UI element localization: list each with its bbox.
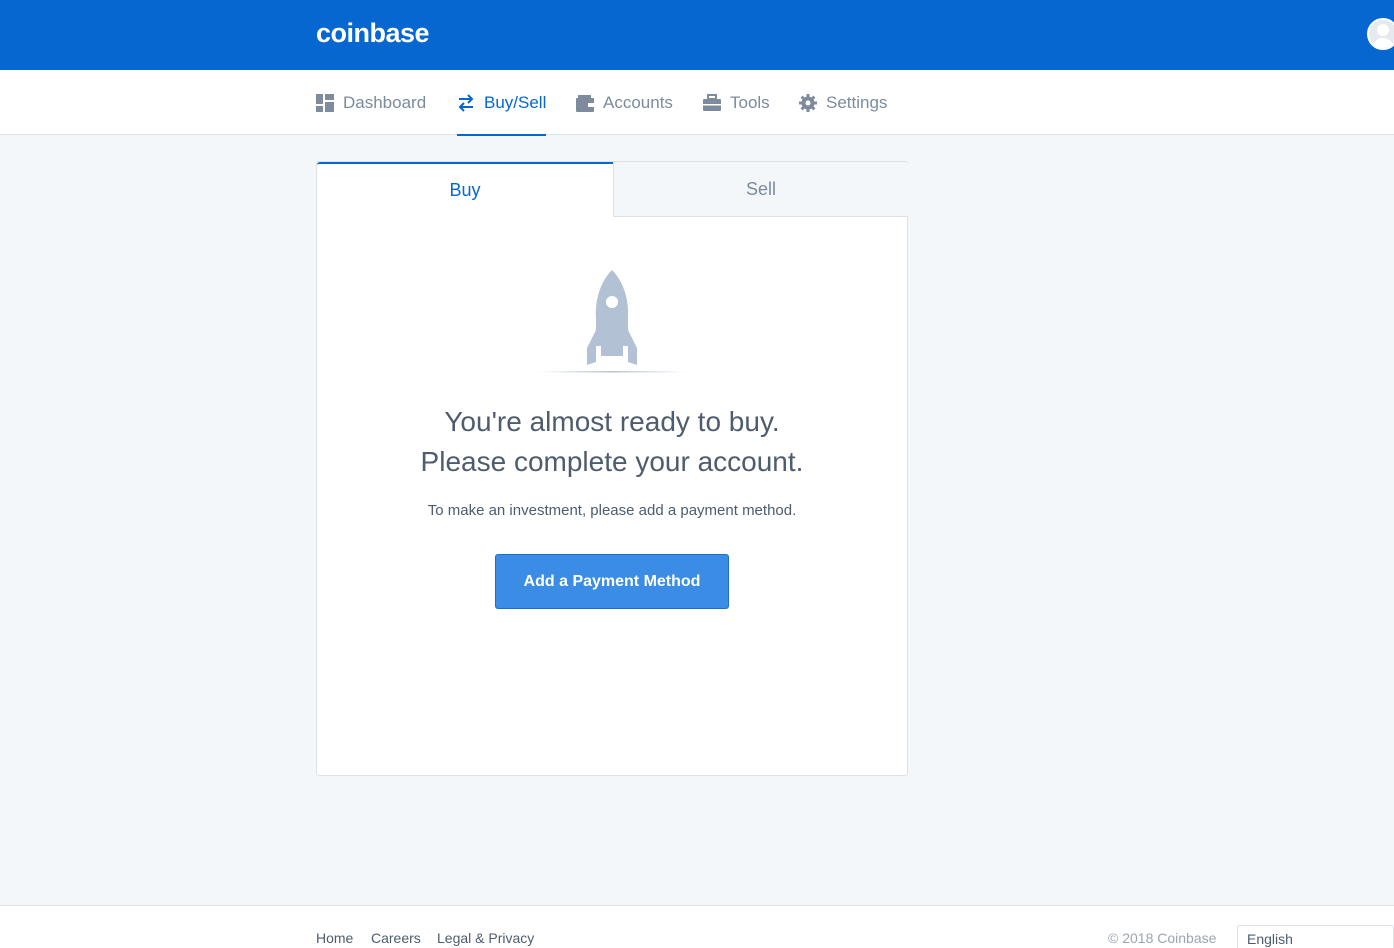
user-avatar[interactable] [1367, 18, 1394, 50]
tab-sell[interactable]: Sell [613, 162, 908, 217]
footer-link-home[interactable]: Home [316, 930, 353, 946]
top-bar: coinbase [0, 0, 1394, 70]
wallet-icon [576, 94, 594, 112]
copyright-text: © 2018 Coinbase [1108, 930, 1217, 946]
nav-label-tools: Tools [730, 92, 770, 112]
headline-line-2: Please complete your account. [420, 446, 804, 477]
add-payment-method-button[interactable]: Add a Payment Method [495, 554, 729, 609]
nav-item-buy-sell[interactable]: Buy/Sell [457, 70, 547, 136]
nav-label-buy-sell: Buy/Sell [484, 92, 547, 112]
nav-label-settings: Settings [826, 92, 888, 112]
gear-icon [799, 93, 817, 112]
nav-label-dashboard: Dashboard [343, 92, 427, 112]
nav-item-accounts[interactable]: Accounts [576, 70, 673, 135]
coinbase-logo[interactable]: coinbase [316, 18, 430, 49]
buy-sell-card: Buy Sell You're almost ready to buy. Ple… [316, 161, 908, 776]
language-select[interactable]: English [1237, 925, 1394, 948]
nav-item-tools[interactable]: Tools [703, 70, 770, 135]
swap-arrows-icon [458, 93, 474, 112]
footer-link-legal-privacy[interactable]: Legal & Privacy [437, 930, 534, 946]
nav-item-settings[interactable]: Settings [799, 70, 887, 135]
briefcase-icon [703, 93, 721, 111]
avatar-body [1372, 38, 1394, 48]
dashboard-icon [316, 93, 334, 112]
rocket-icon [537, 270, 687, 373]
footer-link-careers[interactable]: Careers [371, 930, 421, 946]
main-nav: Dashboard Buy/Sell Accounts Tools Settin… [0, 70, 1394, 136]
avatar-head [1377, 24, 1389, 36]
nav-label-accounts: Accounts [603, 92, 673, 112]
headline: You're almost ready to buy. Please compl… [317, 402, 907, 482]
payment-method-message: To make an investment, please add a paym… [427, 502, 797, 519]
tab-buy[interactable]: Buy [317, 162, 613, 217]
nav-item-dashboard[interactable]: Dashboard [316, 70, 426, 135]
headline-line-1: You're almost ready to buy. [444, 406, 780, 437]
footer: Home Careers Legal & Privacy © 2018 Coin… [0, 905, 1394, 948]
